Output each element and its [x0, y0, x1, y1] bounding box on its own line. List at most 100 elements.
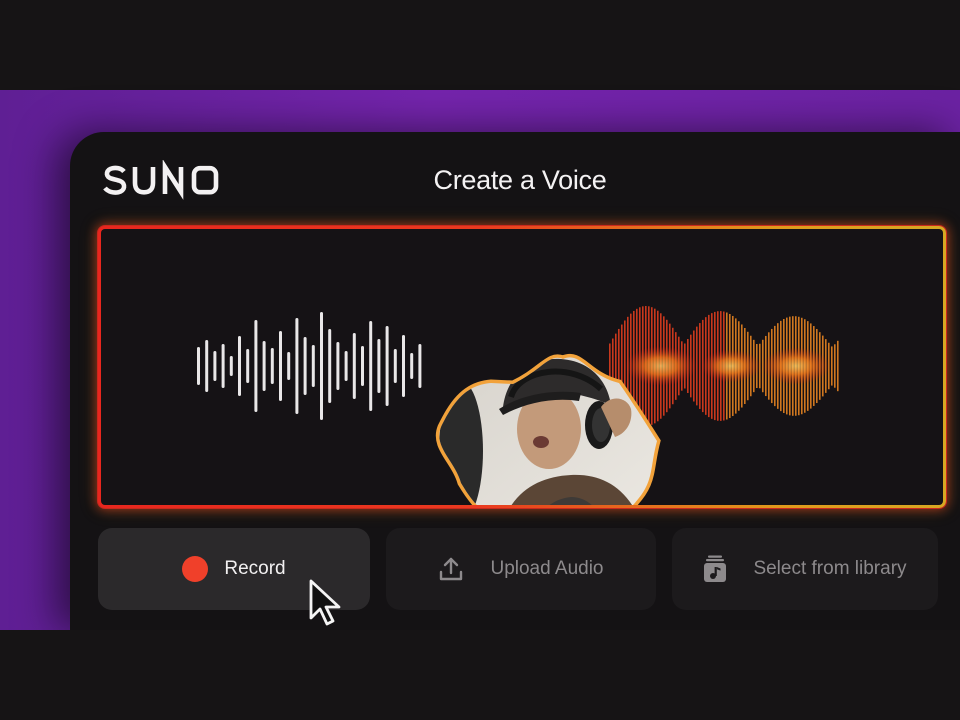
fire-waveform-bar: [798, 316, 800, 416]
upload-audio-label: Upload Audio: [490, 558, 604, 579]
fire-waveform-bar: [636, 308, 638, 424]
fire-waveform-bar: [717, 311, 719, 421]
waveform-bar: [262, 341, 266, 391]
fire-waveform-bar: [837, 340, 839, 392]
fire-waveform-bar: [702, 319, 704, 413]
create-voice-panel: Create a Voice Record Upload Audio Selec…: [70, 132, 960, 630]
fire-waveform-bar: [789, 316, 791, 416]
record-button-label: Record: [224, 558, 286, 579]
waveform-bar: [410, 353, 414, 379]
fire-waveform-bar: [639, 307, 641, 425]
waveform-bar: [328, 329, 332, 403]
fire-waveform-bar: [714, 311, 716, 421]
fire-waveform-bar: [774, 325, 776, 407]
fire-waveform-bar: [654, 308, 656, 424]
waveform-bar: [303, 337, 307, 395]
waveform-bar: [320, 312, 323, 420]
fire-waveform-bar: [624, 320, 626, 412]
fire-waveform-bar: [642, 306, 644, 426]
fire-waveform-bar: [810, 323, 812, 409]
fire-waveform-bar: [615, 333, 617, 399]
fire-waveform-bar: [816, 328, 818, 404]
fire-waveform-bar: [795, 316, 797, 416]
waveform-bar: [361, 346, 364, 386]
waveform-bar: [369, 321, 373, 411]
waveform-bar: [377, 339, 381, 393]
mouse-pointer-icon: [308, 578, 348, 628]
fire-waveform-bar: [660, 313, 662, 419]
fire-waveform-bar: [786, 317, 788, 415]
fire-waveform-bar: [822, 335, 824, 397]
fire-waveform-bar: [657, 310, 659, 422]
fire-waveform-bar: [609, 343, 611, 389]
waveform-bar: [295, 318, 299, 414]
voice-source-controls: Record Upload Audio Select from library: [98, 528, 958, 612]
screen: Create a Voice Record Upload Audio Selec…: [0, 0, 960, 720]
upload-audio-button[interactable]: Upload Audio: [386, 528, 656, 610]
fire-waveform-bar: [621, 324, 623, 408]
suno-logo-mark: [103, 159, 219, 200]
fire-waveform-bar: [678, 336, 680, 396]
waveform-bar: [279, 331, 282, 401]
fire-waveform-bar: [726, 312, 728, 420]
fire-waveform-bar: [684, 343, 686, 389]
fire-waveform-bar: [828, 342, 830, 390]
suno-logo: [100, 159, 222, 200]
fire-waveform-bar: [711, 313, 713, 419]
fire-waveform-bar: [627, 316, 629, 416]
fire-waveform-bar: [729, 313, 731, 419]
waveform-bar: [287, 352, 291, 380]
bottom-backdrop: [0, 630, 960, 720]
fire-waveform-bar: [732, 315, 734, 417]
fire-waveform-bar: [771, 328, 773, 404]
waveform-bar: [238, 336, 241, 396]
waveform-bar: [336, 342, 340, 390]
select-from-library-label: Select from library: [753, 558, 907, 579]
fire-waveform-bar: [813, 326, 815, 406]
singer-portrait: [435, 353, 661, 505]
fire-waveform-bar: [663, 316, 665, 416]
fire-waveform-bar: [618, 328, 620, 404]
page-title: Create a Voice: [433, 165, 607, 195]
fire-waveform-bar: [777, 323, 779, 409]
fire-waveform-bar: [831, 346, 833, 386]
fire-waveform-bar: [720, 311, 722, 421]
fire-waveform-bar: [675, 332, 677, 400]
fire-waveform-bar: [696, 326, 698, 406]
fire-waveform-bar: [747, 331, 749, 401]
waveform-bar: [270, 348, 274, 384]
fire-waveform-bar: [645, 306, 647, 426]
fire-waveform-bar: [612, 338, 614, 394]
fire-waveform-bar: [648, 306, 650, 426]
waveform-bar: [254, 320, 258, 412]
fire-glow: [701, 349, 761, 383]
fire-waveform-bar: [693, 330, 695, 402]
fire-waveform-bar: [750, 335, 752, 397]
fire-waveform-bar: [744, 328, 746, 404]
fire-waveform-bar: [633, 310, 635, 422]
fire-waveform-bar: [681, 341, 683, 391]
waveform-bar: [221, 344, 225, 388]
fire-glow: [625, 346, 697, 386]
fire-waveform-bar: [666, 319, 668, 413]
fire-waveform-bar: [735, 318, 737, 414]
fire-waveform-bar: [741, 324, 743, 408]
fire-waveform-bar: [723, 311, 725, 421]
waveform-bar: [213, 351, 217, 381]
waveform-bar: [393, 349, 397, 383]
fire-waveform-bar: [630, 313, 632, 419]
waveform-bar: [246, 349, 250, 383]
fire-waveform-bar: [687, 339, 689, 393]
fire-glow: [762, 347, 830, 385]
select-from-library-button[interactable]: Select from library: [672, 528, 938, 610]
fire-waveform-bar: [669, 323, 671, 409]
fire-waveform-bar: [801, 317, 803, 415]
fire-waveform-bar: [738, 321, 740, 411]
white-waveform: [197, 312, 422, 420]
fire-waveform-bar: [756, 343, 758, 389]
fire-waveform: [609, 306, 839, 426]
fire-waveform-bar: [690, 334, 692, 398]
waveform-bar: [229, 356, 233, 376]
fire-waveform-bar: [699, 323, 701, 409]
fire-waveform-bar: [834, 344, 836, 388]
